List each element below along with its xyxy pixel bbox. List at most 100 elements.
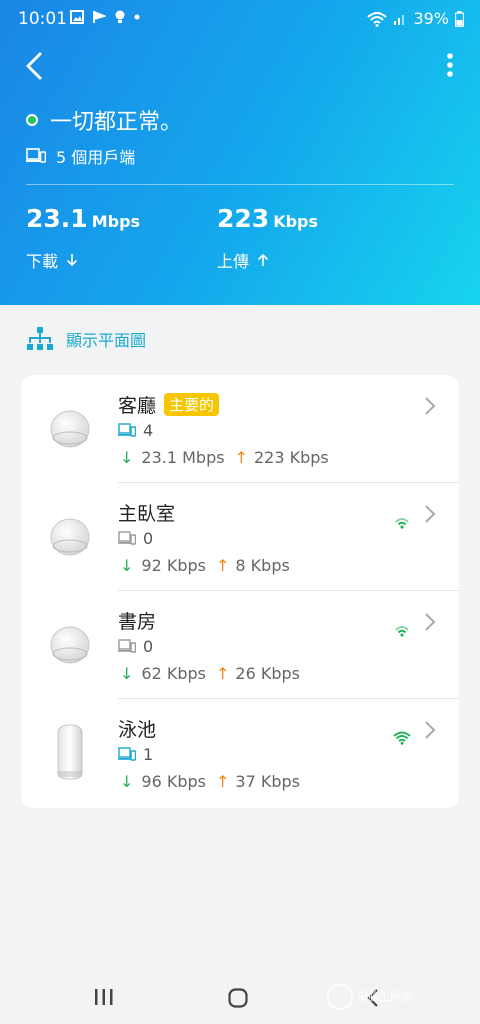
arrow-up-icon (257, 253, 269, 266)
device-clients: 1 (118, 745, 153, 764)
watermark: 電腦王阿達 (327, 984, 412, 1010)
device-speed: ↓ 92 Kbps ↑ 8 Kbps (120, 556, 290, 575)
deco-unit-image (50, 518, 90, 556)
download-value: 23.1 (26, 204, 88, 233)
download-arrow-icon: ↓ (120, 772, 134, 791)
device-download: 23.1 Mbps (141, 448, 225, 467)
device-name: 泳池 (118, 715, 156, 742)
upload-label-row: 上傳 (217, 248, 269, 272)
notification-icons (70, 10, 140, 24)
header-divider (26, 184, 454, 185)
upload-label: 上傳 (217, 252, 250, 271)
download-arrow-icon: ↓ (120, 556, 134, 575)
client-device-icon (26, 148, 46, 163)
deco-tower-image (57, 724, 83, 780)
device-clients: 0 (118, 637, 153, 656)
chevron-right-icon (425, 505, 436, 523)
device-clients-count: 0 (143, 637, 154, 656)
wifi-signal-icon (393, 731, 411, 745)
device-row[interactable]: 泳池 1 ↓ 96 Kbps ↑ 37 Kbps (21, 699, 459, 807)
upload-arrow-icon: ↑ (216, 556, 230, 575)
device-download: 62 Kbps (141, 664, 206, 683)
floor-plan-label: 顯示平面圖 (66, 331, 147, 350)
client-device-icon (118, 747, 136, 761)
network-status: 一切都正常。 (26, 104, 182, 136)
battery-percent: 39% (413, 9, 449, 28)
device-download: 92 Kbps (141, 556, 206, 575)
download-speed: 23.1 Mbps 下載 (26, 204, 141, 271)
upload-unit: Kbps (273, 212, 319, 231)
device-name: 客廳 主要的 (118, 391, 220, 418)
chevron-right-icon (425, 397, 436, 415)
device-clients-count: 1 (143, 745, 154, 764)
more-icon (447, 53, 453, 77)
status-time: 10:01 (18, 9, 67, 29)
device-name-text: 泳池 (118, 719, 157, 741)
clients-count-text: 5 個用戶端 (56, 148, 136, 167)
watermark-logo-icon (327, 984, 353, 1010)
chevron-right-icon (425, 613, 436, 631)
upload-arrow-icon: ↑ (234, 448, 248, 467)
status-bar: 10:01 39% (0, 0, 480, 36)
wifi-signal-icon (395, 626, 409, 637)
device-clients-count: 0 (143, 529, 154, 548)
device-row[interactable]: 書房 0 ↓ 62 Kbps ↑ 26 Kbps (21, 591, 459, 699)
recent-apps-icon[interactable] (94, 988, 114, 1006)
device-upload: 8 Kbps (235, 556, 290, 575)
device-name-text: 客廳 (118, 395, 157, 417)
device-name-text: 主臥室 (118, 503, 176, 525)
client-device-icon (118, 531, 136, 545)
download-label: 下載 (26, 252, 59, 271)
device-name-text: 書房 (118, 611, 157, 633)
back-icon (26, 52, 42, 80)
deco-unit-image (50, 410, 90, 448)
clients-summary[interactable]: 5 個用戶端 (26, 144, 135, 168)
device-speed: ↓ 62 Kbps ↑ 26 Kbps (120, 664, 300, 683)
chevron-right-icon (425, 721, 436, 739)
device-upload: 223 Kbps (253, 448, 329, 467)
network-status-text: 一切都正常。 (50, 110, 183, 135)
gallery-icon (70, 10, 84, 24)
download-arrow-icon: ↓ (120, 448, 134, 467)
device-speed: ↓ 96 Kbps ↑ 37 Kbps (120, 772, 300, 791)
device-clients-count: 4 (143, 421, 154, 440)
wifi-status-icon (367, 11, 388, 27)
home-icon[interactable] (228, 988, 248, 1008)
watermark-text: 電腦王阿達 (357, 990, 412, 1003)
device-upload: 26 Kbps (235, 664, 300, 683)
download-arrow-icon: ↓ (120, 664, 134, 683)
signal-icon (394, 14, 405, 25)
more-button[interactable] (440, 50, 460, 82)
upload-arrow-icon: ↑ (216, 664, 230, 683)
download-unit: Mbps (91, 212, 141, 231)
upload-value: 223 (217, 204, 270, 233)
download-label-row: 下載 (26, 248, 78, 272)
device-row[interactable]: 客廳 主要的 4 ↓ 23.1 Mbps ↑ 223 Kbps (21, 375, 459, 483)
dot-icon (134, 14, 140, 20)
device-upload: 37 Kbps (235, 772, 300, 791)
status-right: 39% (367, 9, 464, 28)
device-speed: ↓ 23.1 Mbps ↑ 223 Kbps (120, 448, 329, 467)
device-download: 96 Kbps (141, 772, 206, 791)
wifi-signal-icon (395, 518, 409, 529)
battery-icon (455, 10, 464, 27)
device-name: 主臥室 (118, 499, 175, 526)
deco-unit-image (50, 626, 90, 664)
upload-arrow-icon: ↑ (216, 772, 230, 791)
device-name: 書房 (118, 607, 156, 634)
flag-icon (93, 11, 106, 23)
device-clients: 0 (118, 529, 153, 548)
status-ok-indicator (26, 114, 38, 126)
bulb-icon (115, 10, 125, 23)
floor-plan-link[interactable]: 顯示平面圖 (26, 326, 146, 352)
device-list: 客廳 主要的 4 ↓ 23.1 Mbps ↑ 223 Kbps 主臥室 0 ↓ … (21, 375, 459, 808)
client-device-icon (118, 423, 136, 437)
topology-icon (27, 327, 53, 350)
upload-speed: 223 Kbps 上傳 (217, 204, 319, 271)
arrow-down-icon (66, 254, 78, 267)
back-button[interactable] (22, 50, 52, 82)
device-row[interactable]: 主臥室 0 ↓ 92 Kbps ↑ 8 Kbps (21, 483, 459, 591)
header: 10:01 39% 一切都正常。 5 個用戶端 23.1 Mbps 下載 223… (0, 0, 480, 305)
main-badge: 主要的 (164, 393, 220, 416)
client-device-icon (118, 639, 136, 653)
